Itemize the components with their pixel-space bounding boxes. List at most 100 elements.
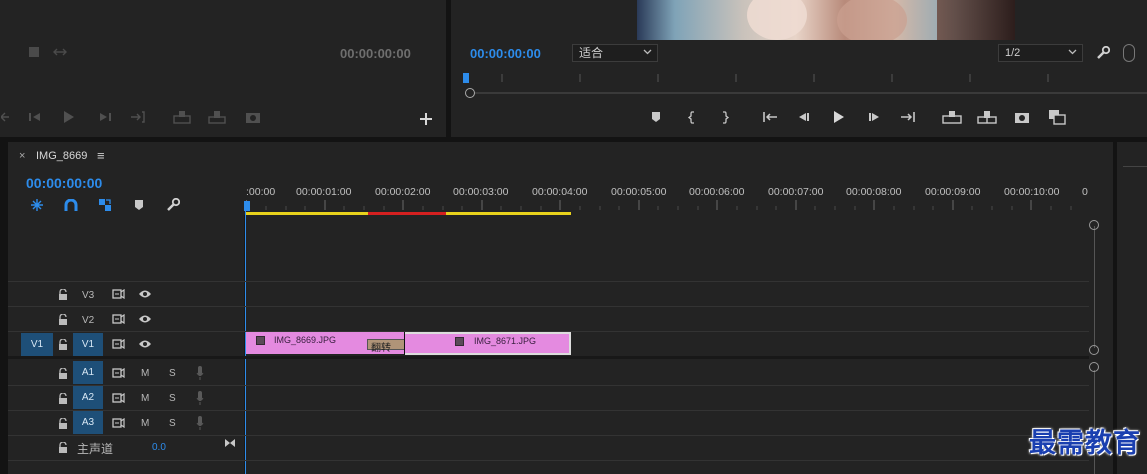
ruler-label: 00:00:05:00 <box>611 186 667 198</box>
solo-button-a2[interactable]: S <box>169 393 176 404</box>
go-to-out-icon[interactable] <box>130 110 146 124</box>
render-bar-yellow-2 <box>446 212 571 215</box>
eye-icon[interactable] <box>137 288 153 300</box>
lock-icon[interactable] <box>57 367 69 379</box>
video-scroll-handle-bottom[interactable] <box>1089 345 1099 355</box>
ruler-label: 0 <box>1082 186 1088 198</box>
resolution-dropdown[interactable]: 1/2 <box>998 44 1083 62</box>
go-to-end-icon[interactable] <box>223 437 237 449</box>
program-scrub-handle[interactable] <box>465 88 475 98</box>
extract-icon[interactable] <box>976 109 998 125</box>
snap-magnet-icon[interactable] <box>62 197 80 213</box>
timeline-tab-menu[interactable]: ≡ <box>97 148 105 163</box>
wrench-icon[interactable] <box>1094 44 1112 62</box>
solo-button-a3[interactable]: S <box>169 418 176 429</box>
sync-lock-icon[interactable] <box>111 338 125 350</box>
ruler-label: 00:00:06:00 <box>689 186 745 198</box>
track-target-a3[interactable]: A3 <box>73 411 103 434</box>
step-back-frame-icon[interactable] <box>28 110 42 124</box>
timeline-tab-close[interactable]: × <box>19 150 25 162</box>
program-monitor-panel: 00:00:00:00 适合 1/2 <box>451 0 1147 137</box>
go-to-out-icon[interactable] <box>899 110 917 124</box>
video-scroll-track[interactable] <box>1094 226 1095 348</box>
mark-out-icon[interactable] <box>719 110 731 124</box>
sync-lock-icon[interactable] <box>111 288 125 300</box>
comparison-view-icon[interactable] <box>1046 108 1068 126</box>
camera-icon[interactable] <box>244 109 262 125</box>
source-patch-v1[interactable]: V1 <box>21 333 53 356</box>
insert-arrows-icon[interactable] <box>52 45 68 59</box>
timeline-tab-title[interactable]: IMG_8669 <box>36 150 87 162</box>
linked-selection-icon[interactable] <box>96 197 114 213</box>
program-scrub-bar[interactable] <box>469 92 1147 94</box>
ruler-label: 00:00:04:00 <box>532 186 588 198</box>
track-target-a2[interactable]: A2 <box>73 386 103 409</box>
mute-button-a2[interactable]: M <box>141 393 149 404</box>
lock-icon[interactable] <box>57 288 69 300</box>
scroll-handle[interactable] <box>1123 44 1135 62</box>
sync-lock-icon[interactable] <box>111 392 125 404</box>
lock-icon[interactable] <box>57 417 69 429</box>
insert-icon[interactable] <box>172 109 192 125</box>
audio-scroll-handle-top[interactable] <box>1089 362 1099 372</box>
clip-name: IMG_8671.JPG <box>474 336 537 346</box>
chevron-down-icon <box>1068 47 1077 56</box>
ruler-label: 00:00:03:00 <box>453 186 509 198</box>
step-back-edit-icon[interactable] <box>0 110 12 124</box>
add-marker-icon[interactable] <box>649 110 663 124</box>
sync-lock-icon[interactable] <box>111 313 125 325</box>
step-back-frame-icon[interactable] <box>795 110 811 124</box>
master-track-label: 主声道 <box>77 442 114 456</box>
resolution-dropdown-value: 1/2 <box>1005 47 1021 59</box>
sync-lock-icon[interactable] <box>111 417 125 429</box>
solo-button-a1[interactable]: S <box>169 368 176 379</box>
lock-icon[interactable] <box>57 392 69 404</box>
clip-img-8671[interactable]: IMG_8671.JPG <box>405 332 571 355</box>
render-bar-yellow-1 <box>246 212 368 215</box>
mute-button-a3[interactable]: M <box>141 418 149 429</box>
go-to-in-icon[interactable] <box>761 110 779 124</box>
fit-dropdown[interactable]: 适合 <box>572 44 658 62</box>
step-forward-frame-icon[interactable] <box>867 110 883 124</box>
overwrite-icon[interactable] <box>207 109 227 125</box>
sync-lock-icon[interactable] <box>111 367 125 379</box>
master-volume-value[interactable]: 0.0 <box>152 442 166 453</box>
play-icon[interactable] <box>831 109 847 125</box>
microphone-icon[interactable] <box>194 365 206 381</box>
ruler-label: 00:00:07:00 <box>768 186 824 198</box>
nest-sequence-icon[interactable] <box>28 197 46 213</box>
lift-icon[interactable] <box>941 109 963 125</box>
microphone-icon[interactable] <box>194 415 206 431</box>
export-frame-icon[interactable] <box>27 45 41 59</box>
eye-icon[interactable] <box>137 313 153 325</box>
add-button-icon[interactable] <box>418 111 434 127</box>
mute-button-a1[interactable]: M <box>141 368 149 379</box>
program-timecode[interactable]: 00:00:00:00 <box>470 46 541 61</box>
ruler-label: 00:00:02:00 <box>375 186 431 198</box>
add-marker-icon[interactable] <box>132 198 146 212</box>
chevron-down-icon <box>643 47 652 56</box>
source-timecode[interactable]: 00:00:00:00 <box>340 46 411 61</box>
track-label-v3: V3 <box>82 290 95 301</box>
video-scroll-handle-top[interactable] <box>1089 220 1099 230</box>
microphone-icon[interactable] <box>194 390 206 406</box>
fx-badge-icon <box>256 336 265 345</box>
lock-icon[interactable] <box>57 441 69 453</box>
lock-icon[interactable] <box>57 338 69 350</box>
timeline-ruler[interactable] <box>246 200 1089 212</box>
track-target-v1[interactable]: V1 <box>73 333 103 356</box>
timeline-timecode[interactable]: 00:00:00:00 <box>26 175 102 191</box>
lock-icon[interactable] <box>57 313 69 325</box>
step-forward-frame-icon[interactable] <box>98 110 112 124</box>
camera-icon[interactable] <box>1013 109 1031 125</box>
program-playhead-marker[interactable] <box>463 73 469 83</box>
mark-in-icon[interactable] <box>686 110 698 124</box>
program-mini-ruler[interactable] <box>466 74 1086 88</box>
timeline-settings-wrench-icon[interactable] <box>164 197 182 213</box>
source-monitor-panel: 00:00:00:00 <box>0 0 446 137</box>
track-target-a1[interactable]: A1 <box>73 361 103 384</box>
play-icon[interactable] <box>62 109 76 125</box>
ruler-label: 00:00:08:00 <box>846 186 902 198</box>
timeline-playhead-marker[interactable] <box>244 201 250 211</box>
eye-icon[interactable] <box>137 338 153 350</box>
